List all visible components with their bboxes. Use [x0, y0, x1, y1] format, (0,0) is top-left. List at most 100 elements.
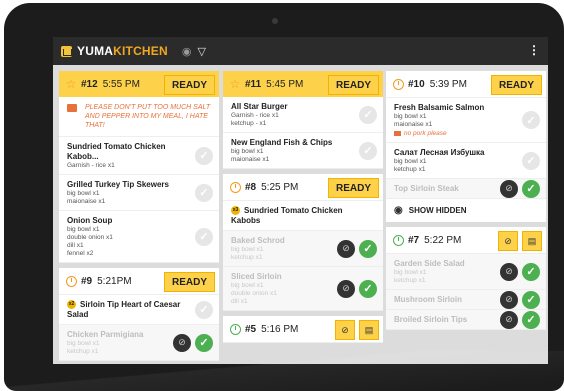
- show-hidden-button[interactable]: ◉ SHOW HIDDEN: [386, 199, 546, 222]
- item-name: Grilled Turkey Tip Skewers: [67, 180, 169, 189]
- filter-icon[interactable]: ▽: [197, 45, 205, 58]
- order-number: #10: [408, 78, 425, 90]
- order-item[interactable]: Fresh Balsamic Salmon big bowl x1 maiona…: [386, 98, 546, 143]
- hide-icon[interactable]: ⊘: [335, 320, 355, 340]
- item-name: New England Fish & Chips: [231, 138, 333, 147]
- brand-name-part2: KITCHEN: [113, 44, 168, 58]
- check-icon[interactable]: ✓: [195, 333, 213, 352]
- check-icon[interactable]: ✓: [195, 227, 213, 246]
- ready-button[interactable]: READY: [163, 75, 215, 95]
- order-item[interactable]: Sundried Tomato Chicken Kabob... Garnish…: [59, 137, 219, 175]
- clock-icon: [392, 234, 404, 246]
- check-icon[interactable]: ✓: [359, 279, 377, 298]
- hide-icon[interactable]: ⊘: [500, 179, 518, 198]
- item-modifier: big bowl x1: [231, 148, 264, 155]
- item-modifier: dill x1: [231, 298, 248, 305]
- kitchen-logo-icon: [61, 45, 72, 57]
- column-2: ☆ #11 5:45 PM READY All Star Burger Garn…: [223, 71, 383, 364]
- order-item[interactable]: Garden Side Salad big bowl x1 ketchup x1…: [386, 254, 546, 290]
- order-item[interactable]: Broiled Sirloin Tips ⊘ ✓: [386, 310, 546, 330]
- order-item[interactable]: Grilled Turkey Tip Skewers big bowl x1 m…: [59, 175, 219, 211]
- item-modifier: Garnish - rice x1: [231, 112, 279, 119]
- clock-icon: [229, 323, 241, 335]
- hide-icon[interactable]: ⊘: [173, 333, 191, 352]
- item-name: Garden Side Salad: [394, 259, 465, 268]
- ready-button[interactable]: READY: [163, 272, 215, 292]
- order-item[interactable]: Chicken Parmigiana big bowl x1 ketchup x…: [59, 325, 219, 361]
- show-hidden-label: SHOW HIDDEN: [408, 206, 467, 215]
- printer-icon[interactable]: ▤: [522, 231, 542, 251]
- order-number: #12: [81, 78, 98, 90]
- order-header: #10 5:39 PM READY: [386, 71, 546, 98]
- item-modifier: double onion x1: [67, 234, 113, 241]
- check-icon[interactable]: ✓: [195, 146, 213, 165]
- item-modifier: ketchup x1: [231, 254, 263, 261]
- eye-icon[interactable]: ◉: [182, 45, 192, 58]
- check-icon[interactable]: ✓: [522, 290, 540, 309]
- item-name: Onion Soup: [67, 216, 113, 225]
- order-item[interactable]: New England Fish & Chips big bowl x1 mai…: [223, 133, 383, 169]
- order-card-8: #8 5:25 PM READY x3 Sundried Tomato Chick…: [223, 174, 383, 311]
- printer-icon[interactable]: ▤: [359, 320, 379, 340]
- ready-button[interactable]: READY: [327, 75, 379, 95]
- ready-button[interactable]: READY: [327, 178, 379, 198]
- hide-icon[interactable]: ⊘: [500, 262, 518, 281]
- check-icon[interactable]: ✓: [522, 151, 540, 170]
- order-item[interactable]: Салат Лесная Избушка big bowl x1 ketchup…: [386, 143, 546, 179]
- tablet-frame: YUMA KITCHEN ◉ ▽ ⋮ ☆ #12 5:55 PM READY PL…: [4, 3, 564, 391]
- check-icon[interactable]: ✓: [195, 183, 213, 202]
- check-icon[interactable]: ✓: [359, 239, 377, 258]
- order-number: #9: [81, 275, 93, 287]
- check-icon[interactable]: ✓: [359, 141, 377, 160]
- order-time: 5:39 PM: [429, 78, 467, 90]
- order-header: #7 5:22 PM ⊘ ▤: [386, 227, 546, 254]
- order-item[interactable]: x2 Sirloin Tip Heart of Caesar Salad ✓: [59, 295, 219, 325]
- order-header: ☆ #11 5:45 PM READY: [223, 71, 383, 97]
- clock-icon: [65, 275, 77, 287]
- hide-icon[interactable]: ⊘: [337, 239, 355, 258]
- item-name: x2 Sirloin Tip Heart of Caesar Salad: [67, 300, 191, 320]
- item-modifier: ketchup x1: [394, 277, 426, 284]
- check-icon[interactable]: ✓: [359, 105, 377, 124]
- check-icon[interactable]: ✓: [195, 300, 213, 319]
- order-item[interactable]: Sliced Sirloin big bowl x1 double onion …: [223, 267, 383, 311]
- order-card-5: #5 5:16 PM ⊘ ▤: [223, 316, 383, 343]
- item-name-text: Sundried Tomato Chicken Kabobs: [231, 206, 343, 225]
- item-modifier: Garnish - rice x1: [67, 162, 115, 169]
- check-icon[interactable]: ✓: [522, 179, 540, 198]
- order-time: 5:22 PM: [424, 234, 462, 246]
- item-name: Fresh Balsamic Salmon: [394, 103, 485, 112]
- check-icon[interactable]: ✓: [522, 111, 540, 129]
- clock-icon: [229, 181, 241, 193]
- order-item[interactable]: Baked Schrod big bowl x1 ketchup x1 ⊘ ✓: [223, 231, 383, 267]
- hide-icon[interactable]: ⊘: [500, 310, 518, 329]
- order-number: #5: [245, 323, 257, 335]
- item-modifier: big bowl x1: [394, 158, 427, 165]
- item-note: no pork please: [394, 129, 518, 138]
- order-number: #11: [245, 78, 262, 90]
- check-icon[interactable]: ✓: [522, 310, 540, 329]
- order-item[interactable]: Mushroom Sirloin ⊘ ✓: [386, 290, 546, 310]
- item-name: All Star Burger: [231, 102, 288, 111]
- item-name: Baked Schrod: [231, 236, 285, 245]
- order-header: #5 5:16 PM ⊘ ▤: [223, 316, 383, 343]
- check-icon[interactable]: ✓: [522, 262, 540, 281]
- camera-icon: [272, 18, 278, 24]
- order-item[interactable]: x3 Sundried Tomato Chicken Kabobs: [223, 201, 383, 231]
- quantity-badge: x2: [67, 300, 76, 310]
- hide-icon[interactable]: ⊘: [500, 290, 518, 309]
- order-time: 5:21PM: [97, 275, 132, 287]
- order-item[interactable]: Onion Soup big bowl x1 double onion x1 d…: [59, 211, 219, 263]
- hide-icon[interactable]: ⊘: [498, 231, 518, 251]
- menu-icon[interactable]: ⋮: [528, 43, 540, 57]
- item-name: Sundried Tomato Chicken Kabob...: [67, 142, 166, 161]
- item-modifier: maionaise x1: [394, 121, 433, 128]
- order-item[interactable]: All Star Burger Garnish - rice x1 ketchu…: [223, 97, 383, 133]
- order-card-12: ☆ #12 5:55 PM READY PLEASE DON'T PUT TOO…: [59, 71, 219, 263]
- ready-button[interactable]: READY: [490, 75, 542, 95]
- order-card-7: #7 5:22 PM ⊘ ▤ Garden Side Salad big bow…: [386, 227, 546, 330]
- item-modifier: ketchup - x1: [231, 120, 267, 127]
- order-item[interactable]: Top Sirloin Steak ⊘ ✓: [386, 179, 546, 199]
- hide-icon[interactable]: ⊘: [337, 279, 355, 298]
- order-note: PLEASE DON'T PUT TOO MUCH SALT AND PEPPE…: [59, 97, 219, 137]
